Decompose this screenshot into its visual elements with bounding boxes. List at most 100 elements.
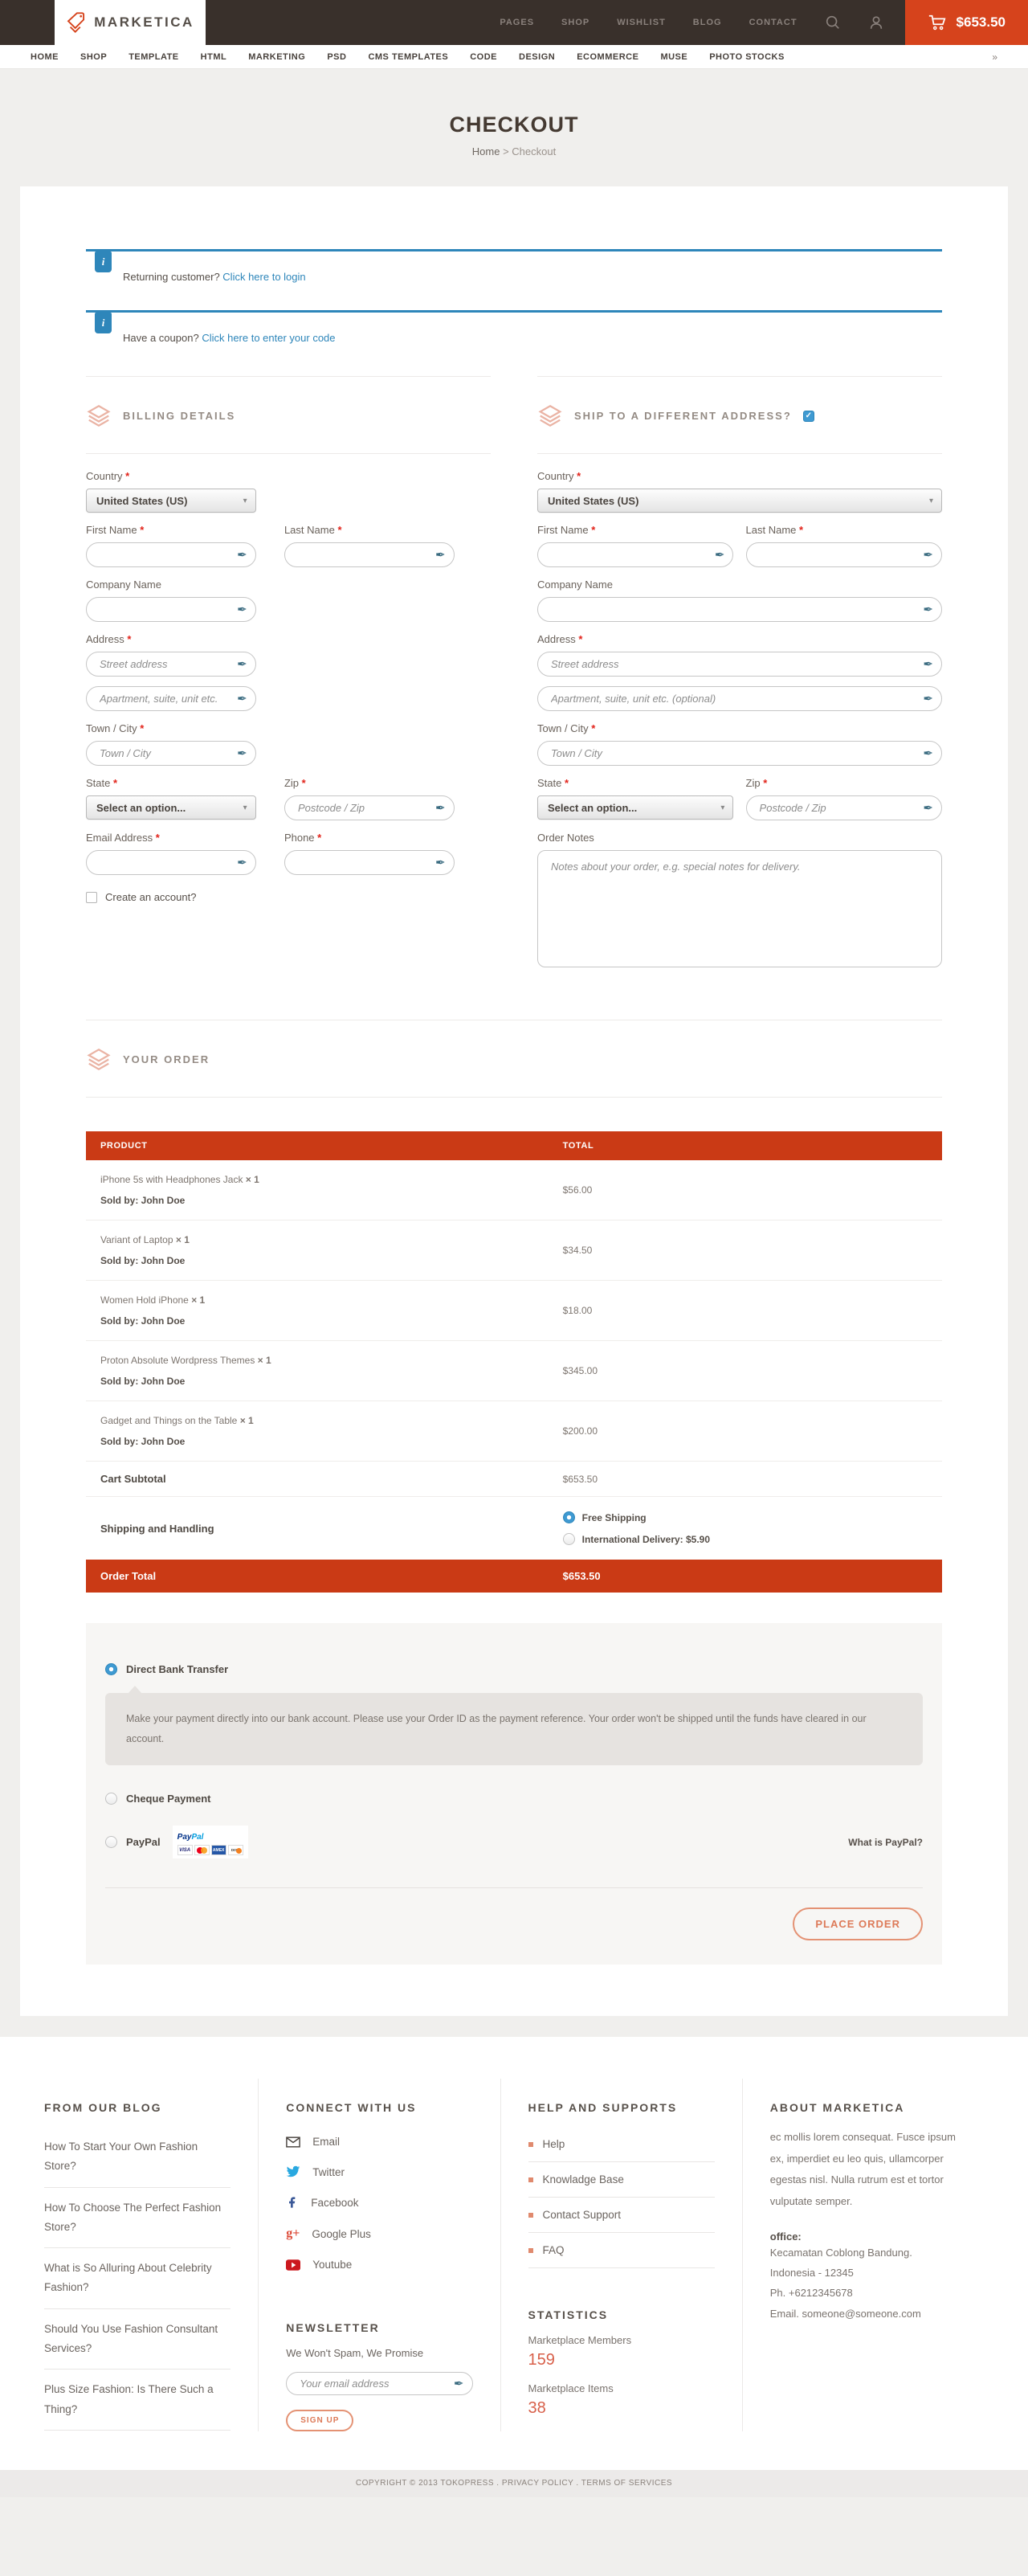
radio-selected-icon[interactable] [563,1511,575,1523]
social-facebook-link[interactable]: Facebook [286,2187,472,2218]
facebook-icon [286,2196,299,2209]
discover-icon: DISC [228,1845,243,1855]
shipping-option-free[interactable]: Free Shipping [563,1507,928,1528]
menu-photo-stocks[interactable]: PHOTO STOCKS [709,52,785,62]
menu-html[interactable]: HTML [201,52,227,62]
login-link[interactable]: Click here to login [222,271,305,283]
product-name: Women Hold iPhone [100,1294,189,1306]
billing-company-input[interactable] [86,597,256,622]
help-link[interactable]: Help [528,2127,715,2162]
cheque-payment-label[interactable]: Cheque Payment [126,1793,210,1805]
bank-transfer-radio[interactable] [105,1663,117,1675]
menu-psd[interactable]: PSD [327,52,346,62]
menu-code[interactable]: CODE [470,52,497,62]
ship-different-address-checkbox[interactable]: ✓ [803,411,814,422]
category-menubar: HOME SHOP TEMPLATE HTML MARKETING PSD CM… [0,45,1028,69]
blog-post-link[interactable]: How To Start Your Own Fashion Store? [44,2127,230,2188]
billing-last-name-label: Last Name * [284,524,455,536]
privacy-policy-link[interactable]: PRIVACY POLICY [502,2479,573,2488]
billing-zip-label: Zip * [284,777,455,789]
shipping-country-select[interactable]: United States (US) ▾ [537,489,942,513]
newsletter-signup-button[interactable]: SIGN UP [286,2410,353,2431]
topnav-contact[interactable]: CONTACT [749,18,798,27]
breadcrumb-home[interactable]: Home [472,145,500,157]
dropdown-arrow-icon: ▾ [243,803,247,812]
shipping-town-input[interactable] [537,741,942,766]
menu-cms-templates[interactable]: CMS TEMPLATES [368,52,448,62]
radio-icon[interactable] [563,1533,575,1545]
shipping-state-label: State * [537,777,733,789]
terms-link[interactable]: TERMS OF SERVICES [581,2479,672,2488]
cart-subtotal-value: $653.50 [549,1474,942,1485]
topnav-blog[interactable]: BLOG [693,18,722,27]
blog-post-link[interactable]: Should You Use Fashion Consultant Servic… [44,2309,230,2370]
menu-more-chevron-icon[interactable]: » [992,51,997,63]
knowledge-base-link[interactable]: Knowladge Base [528,2162,715,2198]
menu-muse[interactable]: MUSE [660,52,687,62]
product-name: Proton Absolute Wordpress Themes [100,1355,255,1366]
contact-support-link[interactable]: Contact Support [528,2198,715,2233]
about-text: ec mollis lorem consequat. Fusce ipsum e… [770,2127,957,2213]
shipping-company-input[interactable] [537,597,942,622]
social-youtube-link[interactable]: Youtube [286,2250,472,2280]
footer-about-column: ABOUT MARKETICA ec mollis lorem consequa… [742,2079,984,2431]
create-account-checkbox[interactable] [86,892,97,903]
billing-zip-input[interactable] [284,795,455,820]
shipping-address-label: Address * [537,633,942,645]
order-total-row: Order Total $653.50 [86,1560,942,1593]
dropdown-arrow-icon: ▾ [929,497,933,505]
shipping-state-select[interactable]: Select an option... ▾ [537,795,733,820]
menu-shop[interactable]: SHOP [80,52,107,62]
place-order-button[interactable]: PLACE ORDER [793,1907,923,1940]
blog-post-link[interactable]: How To Choose The Perfect Fashion Store? [44,2188,230,2249]
account-icon[interactable] [868,14,884,31]
menu-design[interactable]: DESIGN [519,52,555,62]
billing-town-input[interactable] [86,741,256,766]
topnav-wishlist[interactable]: WISHLIST [617,18,666,27]
paypal-label[interactable]: PayPal [126,1836,161,1848]
cheque-payment-radio[interactable] [105,1793,117,1805]
shipping-address1-input[interactable] [537,652,942,677]
faq-link[interactable]: FAQ [528,2233,715,2268]
brand-logo[interactable]: MARKETICA [55,0,206,45]
product-qty: × 1 [246,1174,259,1185]
social-googleplus-link[interactable]: g+ Google Plus [286,2218,472,2250]
blog-post-link[interactable]: What is So Alluring About Celebrity Fash… [44,2248,230,2309]
order-total-label: Order Total [86,1570,549,1582]
billing-phone-input[interactable] [284,850,455,875]
billing-last-name-input[interactable] [284,542,455,567]
shipping-option-international[interactable]: International Delivery: $5.90 [563,1528,928,1550]
newsletter-email-input[interactable] [286,2372,472,2395]
paypal-radio[interactable] [105,1836,117,1848]
bank-transfer-label[interactable]: Direct Bank Transfer [126,1663,228,1675]
menu-ecommerce[interactable]: ECOMMERCE [577,52,638,62]
billing-email-input[interactable] [86,850,256,875]
billing-state-select[interactable]: Select an option... ▾ [86,795,256,820]
topnav-pages[interactable]: PAGES [500,18,534,27]
shipping-zip-input[interactable] [746,795,942,820]
shipping-address2-input[interactable] [537,686,942,711]
topnav-shop[interactable]: SHOP [561,18,589,27]
dropdown-arrow-icon: ▾ [720,803,724,812]
menu-marketing[interactable]: MARKETING [248,52,305,62]
billing-company-label: Company Name [86,579,256,591]
menu-home[interactable]: HOME [31,52,59,62]
menu-template[interactable]: TEMPLATE [128,52,178,62]
social-email-link[interactable]: Email [286,2127,472,2157]
marketplace-members-value: 159 [528,2351,715,2370]
billing-address2-input[interactable] [86,686,256,711]
shipping-first-name-input[interactable] [537,542,733,567]
shipping-last-name-input[interactable] [746,542,942,567]
product-column-header: PRODUCT [86,1131,549,1160]
cart-button[interactable]: $653.50 [905,0,1028,45]
billing-country-select[interactable]: United States (US) ▾ [86,489,256,513]
billing-first-name-input[interactable] [86,542,256,567]
social-twitter-link[interactable]: Twitter [286,2157,472,2187]
what-is-paypal-link[interactable]: What is PayPal? [848,1837,923,1848]
order-notes-textarea[interactable] [537,850,942,967]
search-icon[interactable] [825,14,841,31]
office-address: Kecamatan Coblong Bandung. Indonesia - 1… [770,2243,957,2324]
blog-post-link[interactable]: Plus Size Fashion: Is There Such a Thing… [44,2370,230,2431]
coupon-link[interactable]: Click here to enter your code [202,332,335,344]
billing-address1-input[interactable] [86,652,256,677]
